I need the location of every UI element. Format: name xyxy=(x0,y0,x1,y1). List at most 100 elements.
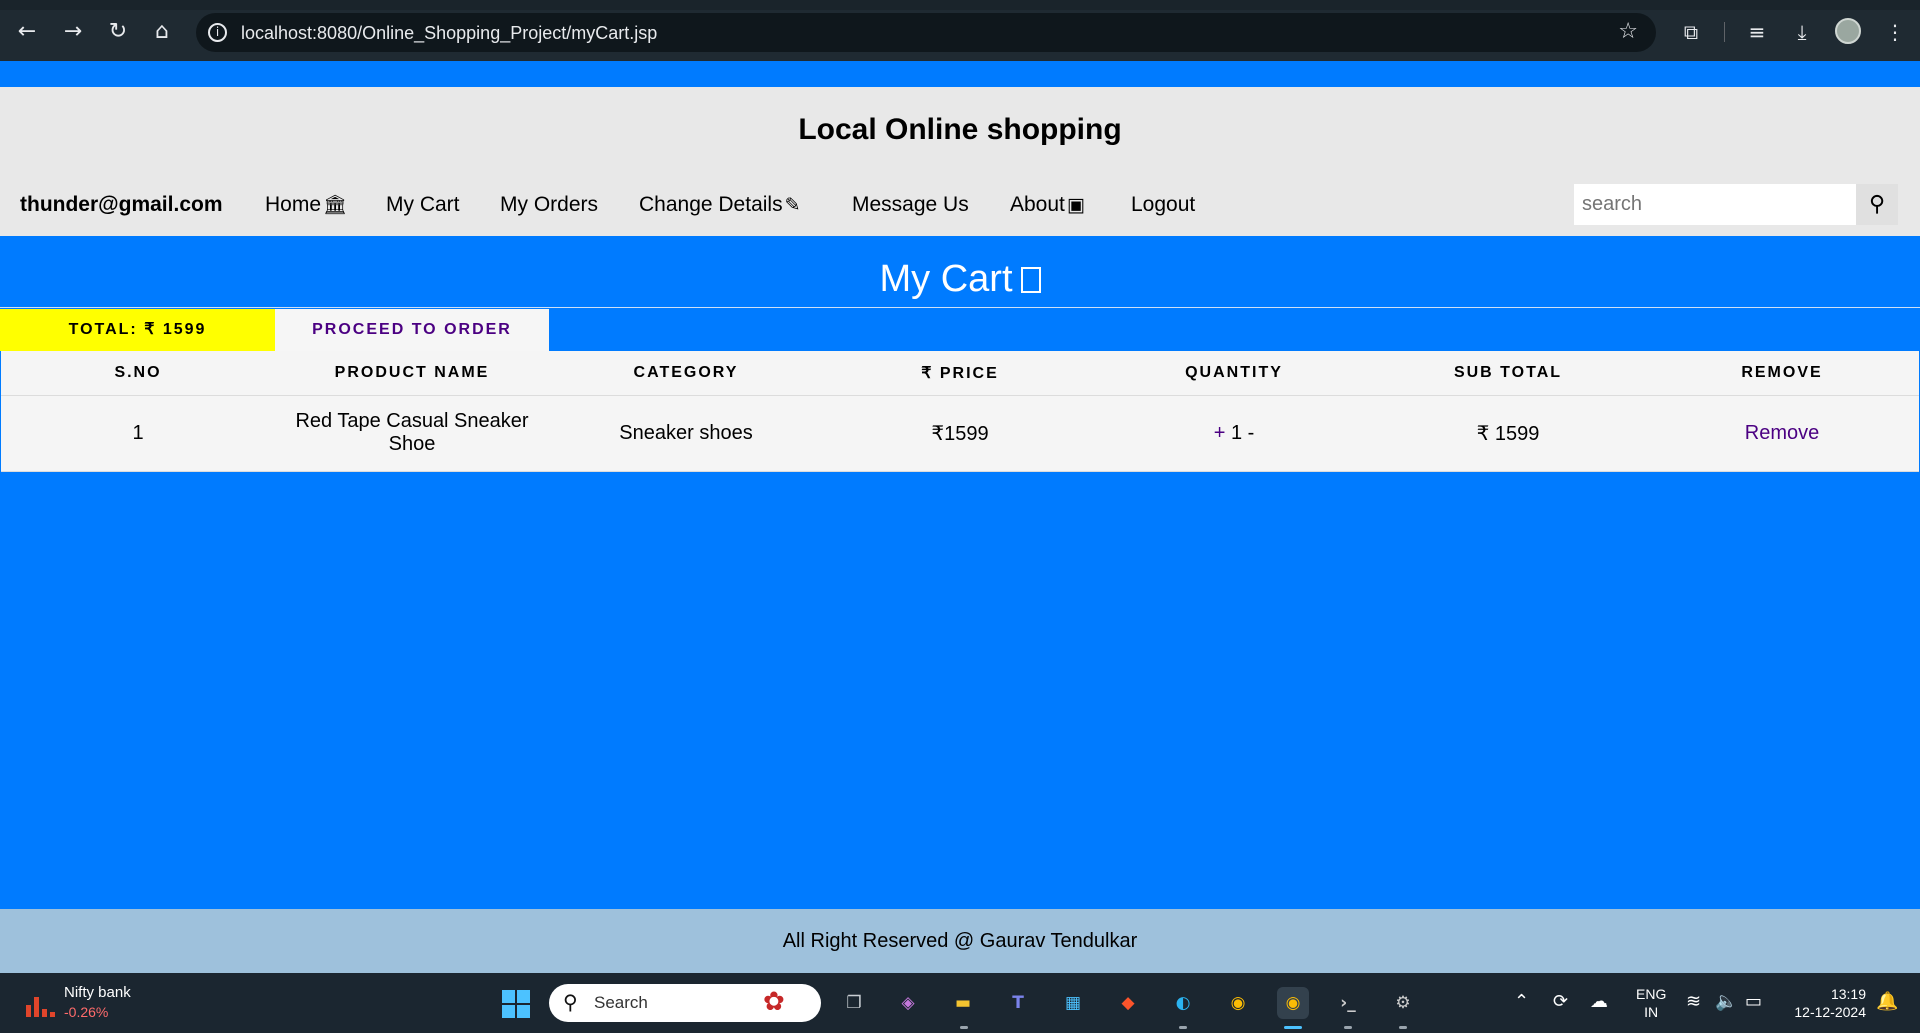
column-header-remove: REMOVE xyxy=(1645,351,1919,396)
address-bar[interactable]: i localhost:8080/Online_Shopping_Project… xyxy=(196,13,1656,52)
profile-avatar[interactable] xyxy=(1835,18,1861,44)
brave-icon[interactable]: ◆ xyxy=(1112,987,1144,1019)
wifi-icon[interactable]: ≋ xyxy=(1686,991,1701,1012)
sync-icon[interactable]: ⟳ xyxy=(1553,991,1568,1012)
cell-product-name: Red Tape Casual Sneaker Shoe xyxy=(275,395,549,472)
nav-logout-label[interactable]: Logout xyxy=(1131,193,1195,216)
table-row: 1 Red Tape Casual Sneaker Shoe Sneaker s… xyxy=(1,395,1919,472)
back-icon[interactable]: ← xyxy=(12,17,42,47)
system-clock[interactable]: 13:19 12-12-2024 xyxy=(1786,985,1866,1021)
task-view-icon[interactable]: ❐ xyxy=(838,987,870,1019)
nav-about[interactable]: About ▣ xyxy=(1010,193,1085,217)
settings-gear-icon[interactable]: ⚙ xyxy=(1387,987,1419,1019)
menu-kebab-icon[interactable]: ⋮ xyxy=(1880,17,1910,47)
language-indicator[interactable]: ENG IN xyxy=(1636,985,1666,1021)
nav-home-label[interactable]: Home xyxy=(265,193,321,216)
chrome-profile-icon[interactable]: ◉ xyxy=(1277,987,1309,1019)
cell-quantity: + 1 - xyxy=(1097,395,1371,472)
quantity-increase-button[interactable]: + xyxy=(1214,422,1226,444)
heading-divider xyxy=(0,307,1920,308)
nav-my-orders-label[interactable]: My Orders xyxy=(500,193,598,216)
cart-heading: My Cart xyxy=(0,258,1920,301)
search-button[interactable]: ⚲ xyxy=(1856,184,1898,225)
column-header-quantity: QUANTITY xyxy=(1097,351,1371,396)
cell-sno: 1 xyxy=(1,395,275,472)
cell-price: ₹1599 xyxy=(823,395,1097,472)
column-header-subtotal: SUB TOTAL xyxy=(1371,351,1645,396)
cart-icon-placeholder xyxy=(1020,267,1041,293)
active-indicator xyxy=(1284,1026,1302,1029)
search-icon: ⚲ xyxy=(563,990,578,1014)
nav-change-details[interactable]: Change Details ✎ xyxy=(639,193,801,217)
chevron-up-icon[interactable]: ⌃ xyxy=(1514,991,1529,1012)
user-email: thunder@gmail.com xyxy=(20,193,223,216)
nav-about-label[interactable]: About xyxy=(1010,193,1065,216)
nav-logout[interactable]: Logout xyxy=(1131,193,1195,217)
site-header: Local Online shopping thunder@gmail.com … xyxy=(0,87,1920,236)
quantity-value: 1 xyxy=(1230,421,1243,444)
widget-value[interactable]: -0.26% xyxy=(64,1004,108,1020)
cell-category: Sneaker shoes xyxy=(549,395,823,472)
nav-message-us[interactable]: Message Us xyxy=(852,193,969,217)
running-indicator xyxy=(1344,1026,1352,1029)
site-info-icon[interactable]: i xyxy=(208,23,227,42)
forward-icon[interactable]: → xyxy=(58,17,88,47)
taskbar: Nifty bank -0.26% ⚲ Search ✿ ❐ ◈ ▬ T ▦ ◆… xyxy=(0,973,1920,1033)
nav-home[interactable]: Home 🏛 xyxy=(265,193,347,217)
download-icon[interactable]: ⤓ xyxy=(1787,17,1817,47)
bank-icon: 🏛 xyxy=(323,194,348,216)
nav-message-us-label[interactable]: Message Us xyxy=(852,193,969,216)
region-code: IN xyxy=(1644,1004,1659,1020)
tab-strip xyxy=(0,0,1920,10)
cart-total: TOTAL: ₹ 1599 xyxy=(0,309,275,351)
cell-remove: Remove xyxy=(1645,395,1919,472)
language-code: ENG xyxy=(1636,986,1667,1002)
extensions-icon[interactable]: ⧉ xyxy=(1676,17,1706,47)
running-indicator xyxy=(960,1026,968,1029)
column-header-sno: S.NO xyxy=(1,351,275,396)
clock-date: 12-12-2024 xyxy=(1794,1004,1866,1020)
url-text[interactable]: localhost:8080/Online_Shopping_Project/m… xyxy=(241,23,657,44)
file-explorer-icon[interactable]: ▬ xyxy=(947,987,979,1019)
search-input[interactable] xyxy=(1574,184,1856,225)
microsoft-store-icon[interactable]: ▦ xyxy=(1057,987,1089,1019)
cell-subtotal: ₹ 1599 xyxy=(1371,395,1645,472)
footer-text: All Right Reserved @ Gaurav Tendulkar xyxy=(782,930,1138,952)
battery-icon[interactable]: ▭ xyxy=(1745,991,1762,1012)
edge-icon[interactable]: ◐ xyxy=(1167,987,1199,1019)
volume-icon[interactable]: 🔈 xyxy=(1715,991,1737,1012)
site-title: Local Online shopping xyxy=(798,113,1122,146)
remove-item-link[interactable]: Remove xyxy=(1745,422,1819,444)
proceed-to-order-button[interactable]: PROCEED TO ORDER xyxy=(275,309,549,351)
windows-start-icon[interactable] xyxy=(502,990,530,1018)
copilot-icon[interactable]: ◈ xyxy=(892,987,924,1019)
reading-list-icon[interactable]: ≡ xyxy=(1742,17,1772,47)
poinsettia-icon: ✿ xyxy=(763,987,785,1017)
nav-my-cart[interactable]: My Cart xyxy=(386,193,460,217)
nav-change-details-label[interactable]: Change Details xyxy=(639,193,783,216)
taskbar-search[interactable]: ⚲ Search ✿ xyxy=(549,984,821,1022)
nav-my-orders[interactable]: My Orders xyxy=(500,193,598,217)
stock-chart-icon[interactable] xyxy=(26,987,56,1017)
quantity-decrease-button[interactable]: - xyxy=(1248,422,1255,444)
taskbar-search-label[interactable]: Search xyxy=(594,993,648,1013)
nav-my-cart-label[interactable]: My Cart xyxy=(386,193,460,216)
chrome-icon[interactable]: ◉ xyxy=(1222,987,1254,1019)
teams-icon[interactable]: T xyxy=(1002,987,1034,1019)
reload-icon[interactable]: ↻ xyxy=(103,17,133,47)
widget-title[interactable]: Nifty bank xyxy=(64,984,131,1001)
top-band xyxy=(0,61,1920,87)
home-icon[interactable]: ⌂ xyxy=(147,17,177,47)
onedrive-cloud-icon[interactable]: ☁ xyxy=(1590,991,1608,1012)
cart-table: S.NO PRODUCT NAME CATEGORY ₹ PRICE QUANT… xyxy=(1,351,1919,472)
running-indicator xyxy=(1179,1026,1187,1029)
terminal-icon[interactable]: ›_ xyxy=(1332,987,1364,1019)
site-footer: All Right Reserved @ Gaurav Tendulkar xyxy=(0,909,1920,973)
notification-bell-icon[interactable]: 🔔 xyxy=(1876,991,1898,1012)
bookmark-star-icon[interactable]: ☆ xyxy=(1618,19,1638,44)
browser-toolbar: ← → ↻ ⌂ i localhost:8080/Online_Shopping… xyxy=(0,0,1920,61)
table-header-row: S.NO PRODUCT NAME CATEGORY ₹ PRICE QUANT… xyxy=(1,351,1919,396)
cart-title: My Cart xyxy=(879,258,1013,300)
edit-icon: ✎ xyxy=(784,194,801,216)
column-header-category: CATEGORY xyxy=(549,351,823,396)
